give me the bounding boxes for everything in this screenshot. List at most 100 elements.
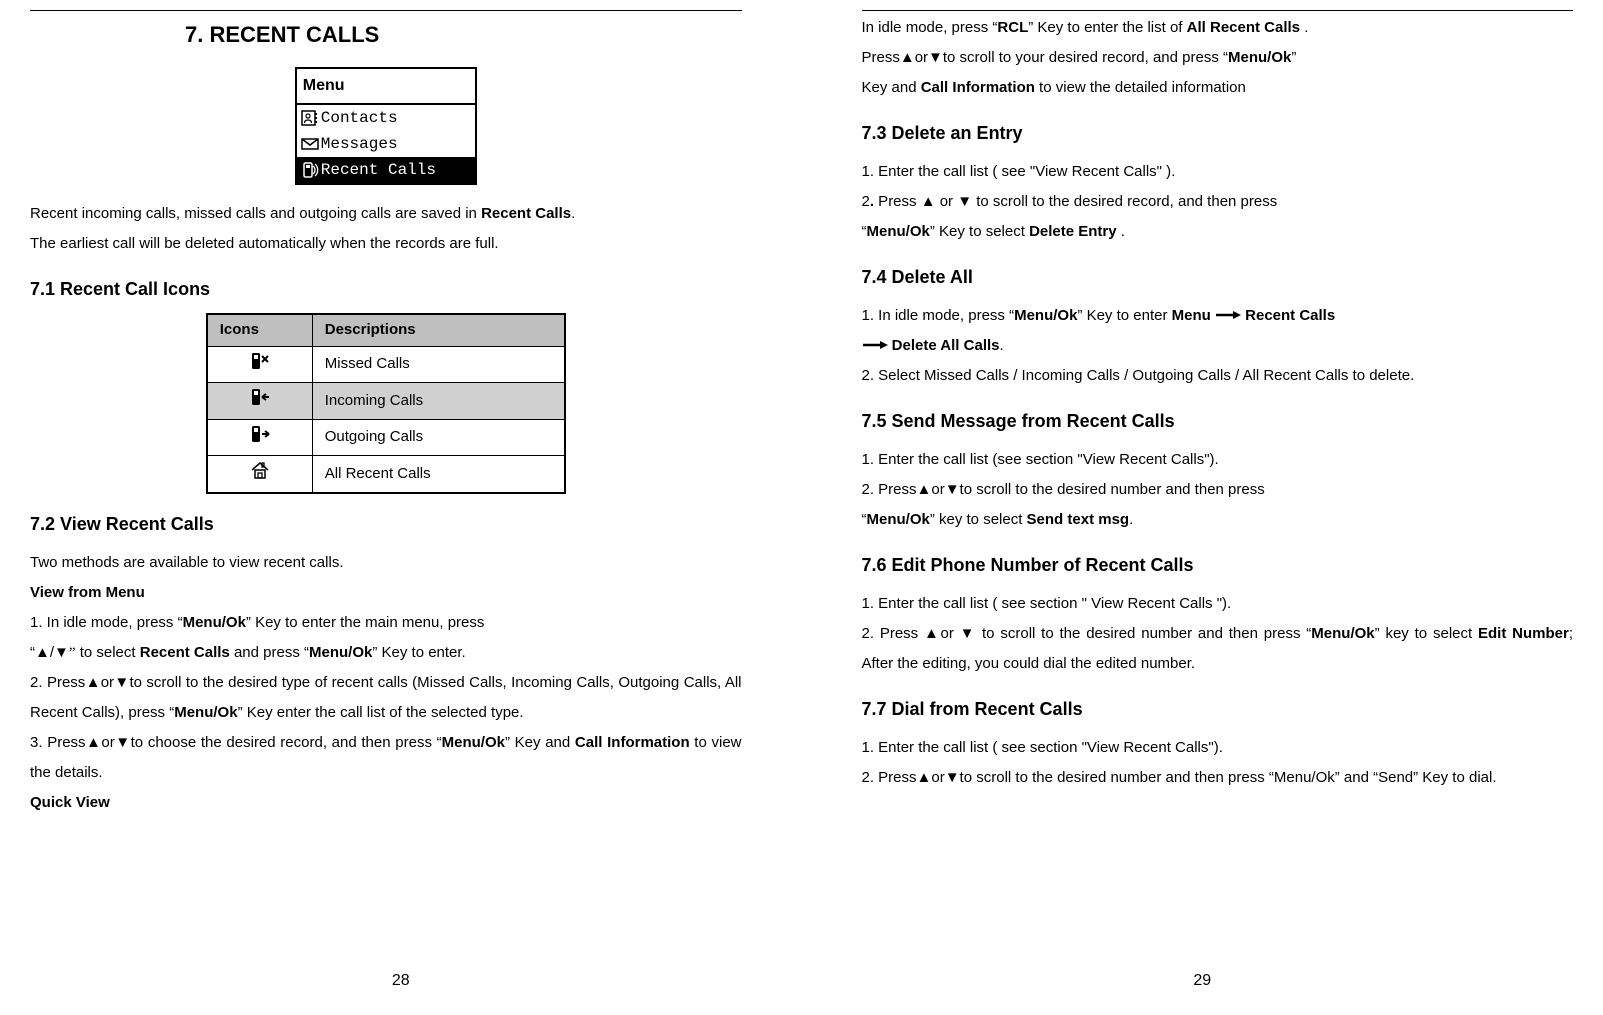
- heading-7-7: 7.7 Dial from Recent Calls: [862, 691, 1574, 727]
- text: Press ▲ or ▼ to scroll to the desired re…: [874, 193, 1277, 210]
- s74-p3: 2. Select Missed Calls / Incoming Calls …: [862, 361, 1574, 391]
- s75-p3: “Menu/Ok” key to select Send text msg.: [862, 505, 1574, 535]
- text: 2. Press ▲or ▼ to scroll to the desired …: [862, 625, 1312, 642]
- desc-missed: Missed Calls: [312, 346, 565, 383]
- text: ” key to select: [1375, 625, 1478, 642]
- bold: Menu/Ok: [183, 614, 246, 631]
- heading-7-5: 7.5 Send Message from Recent Calls: [862, 403, 1574, 439]
- text: to select: [76, 644, 140, 661]
- text: Press▲or▼to scroll to your desired recor…: [862, 49, 1229, 66]
- s74-p2: Delete All Calls.: [862, 331, 1574, 361]
- s72-step3: 3. Press▲or▼to choose the desired record…: [30, 728, 742, 788]
- lcd-title: Menu: [297, 69, 475, 105]
- s73-p1: 1. Enter the call list ( see "View Recen…: [862, 157, 1574, 187]
- text: Key and: [862, 79, 921, 96]
- page-left: 7. RECENT CALLS Menu Contacts Messages: [0, 0, 802, 1015]
- bold: Call Information: [575, 734, 690, 751]
- top-rule: [30, 10, 742, 11]
- recent-icon: [299, 161, 321, 179]
- bold: Menu/Ok: [174, 704, 237, 721]
- th-descriptions: Descriptions: [312, 314, 565, 346]
- messages-icon: [299, 135, 321, 153]
- s77-p1: 1. Enter the call list ( see section "Vi…: [862, 733, 1574, 763]
- heading-7-6: 7.6 Edit Phone Number of Recent Calls: [862, 547, 1574, 583]
- s77-p2: 2. Press▲or▼to scroll to the desired num…: [862, 763, 1574, 793]
- text: In idle mode, press “: [862, 19, 998, 36]
- contacts-icon: [299, 109, 321, 127]
- table-row: All Recent Calls: [207, 456, 565, 493]
- text: ” Key enter the call list of the selecte…: [238, 704, 524, 721]
- lcd-row-recent-calls: Recent Calls: [297, 157, 475, 183]
- bold: Menu/Ok: [867, 511, 930, 528]
- s73-p3: “Menu/Ok” Key to select Delete Entry .: [862, 217, 1574, 247]
- bold: View from Menu: [30, 584, 145, 601]
- s75-p2: 2. Press▲or▼to scroll to the desired num…: [862, 475, 1574, 505]
- bold: Delete Entry: [1029, 223, 1117, 240]
- text: 3. Press▲or▼to choose the desired record…: [30, 734, 442, 751]
- text: ” Key to enter.: [372, 644, 465, 661]
- text: ” Key to enter the list of: [1028, 19, 1186, 36]
- qv-line2: Press▲or▼to scroll to your desired recor…: [862, 43, 1574, 73]
- intro-paragraph-1: Recent incoming calls, missed calls and …: [30, 199, 742, 229]
- bold: Menu/Ok: [1228, 49, 1291, 66]
- bold: Menu: [1172, 307, 1211, 324]
- lcd-label-recent: Recent Calls: [321, 154, 473, 186]
- text: .: [1000, 337, 1004, 354]
- bold-recent-calls: Recent Calls: [481, 205, 571, 222]
- lcd-menu-illustration: Menu Contacts Messages Recent Calls: [295, 67, 477, 185]
- phone-outgoing-icon: [207, 419, 313, 456]
- desc-allrecent: All Recent Calls: [312, 456, 565, 493]
- s76-p2: 2. Press ▲or ▼ to scroll to the desired …: [862, 619, 1574, 679]
- heading-7-4: 7.4 Delete All: [862, 259, 1574, 295]
- desc-outgoing: Outgoing Calls: [312, 419, 565, 456]
- s72-intro: Two methods are available to view recent…: [30, 548, 742, 578]
- arrow-right-icon: [862, 331, 888, 361]
- text: ” Key to select: [930, 223, 1029, 240]
- bold: Call Information: [921, 79, 1035, 96]
- bold: Recent Calls: [140, 644, 230, 661]
- icons-table: Icons Descriptions Missed Calls Incoming…: [206, 313, 566, 494]
- phone-missed-icon: [207, 346, 313, 383]
- bold: RCL: [997, 19, 1028, 36]
- intro-paragraph-2: The earliest call will be deleted automa…: [30, 229, 742, 259]
- top-rule: [862, 10, 1574, 11]
- qv-line3: Key and Call Information to view the det…: [862, 73, 1574, 103]
- text: ” Key to enter the main menu, press: [246, 614, 484, 631]
- home-icon: [207, 456, 313, 493]
- text: ”: [69, 645, 76, 661]
- s74-p1: 1. In idle mode, press “Menu/Ok” Key to …: [862, 301, 1574, 331]
- s73-p2: 2. Press ▲ or ▼ to scroll to the desired…: [862, 187, 1574, 217]
- s72-step2: 2. Press▲or▼to scroll to the desired typ…: [30, 668, 742, 728]
- bold: Edit Number: [1478, 625, 1569, 642]
- bold: Menu/Ok: [1311, 625, 1374, 642]
- s72-sub2: Quick View: [30, 788, 742, 818]
- text: to view the detailed information: [1035, 79, 1246, 96]
- bold: Delete All Calls: [892, 337, 1000, 354]
- bold: Menu/Ok: [1014, 307, 1077, 324]
- bold: Recent Calls: [1245, 307, 1335, 324]
- heading-7-1: 7.1 Recent Call Icons: [30, 271, 742, 307]
- chapter-title: 7. RECENT CALLS: [30, 13, 742, 57]
- th-icons: Icons: [207, 314, 313, 346]
- bold: Menu/Ok: [309, 644, 372, 661]
- page-number-right: 29: [802, 965, 1603, 997]
- bold: All Recent Calls: [1187, 19, 1300, 36]
- text: .: [571, 205, 575, 222]
- bold: Quick View: [30, 794, 110, 811]
- text: “▲/▼: [30, 644, 69, 661]
- s72-sub1: View from Menu: [30, 578, 742, 608]
- bold: Send text msg: [1027, 511, 1130, 528]
- s72-step1: 1. In idle mode, press “Menu/Ok” Key to …: [30, 608, 742, 638]
- bold: Menu/Ok: [442, 734, 505, 751]
- s75-p1: 1. Enter the call list (see section "Vie…: [862, 445, 1574, 475]
- text: .: [1300, 19, 1308, 36]
- text: ” Key and: [505, 734, 575, 751]
- heading-7-2: 7.2 View Recent Calls: [30, 506, 742, 542]
- phone-incoming-icon: [207, 383, 313, 420]
- text: 1. In idle mode, press “: [30, 614, 183, 631]
- table-row: Missed Calls: [207, 346, 565, 383]
- text: 1. In idle mode, press “: [862, 307, 1015, 324]
- text: 2: [862, 193, 870, 210]
- heading-7-3: 7.3 Delete an Entry: [862, 115, 1574, 151]
- text: and press “: [230, 644, 309, 661]
